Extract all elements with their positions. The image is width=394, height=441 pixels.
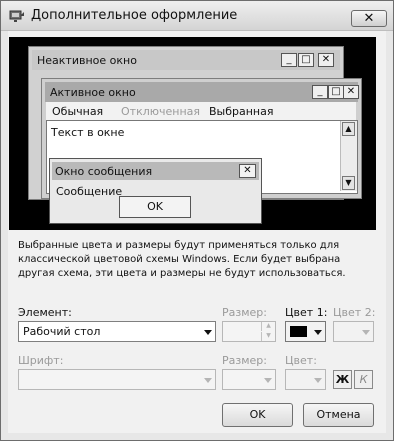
menu-item-disabled[interactable]: Отключенная	[121, 105, 200, 118]
element-value: Рабочий стол	[23, 325, 101, 338]
display-settings-icon	[9, 10, 25, 24]
vertical-scrollbar[interactable]: ▲ ▼	[340, 121, 357, 191]
chevron-down-icon	[362, 330, 370, 335]
minimize-icon[interactable]: _	[281, 53, 297, 67]
element-label: Элемент:	[18, 306, 72, 319]
size-spinner[interactable]: ▲ ▼	[222, 321, 276, 342]
inactive-window-title: Неактивное окно	[37, 54, 137, 67]
menu-bar-preview: Обычная Отключенная Выбранная	[46, 102, 356, 120]
message-box-titlebar[interactable]: Окно сообщения ✕	[52, 162, 259, 180]
menu-item-selected[interactable]: Выбранная	[209, 105, 273, 118]
close-icon[interactable]: ✕	[239, 164, 256, 178]
font-size-label: Размер:	[222, 354, 267, 367]
font-select[interactable]	[18, 369, 216, 390]
window-title: Дополнительное оформление	[31, 8, 238, 23]
active-window-titlebar[interactable]: Активное окно _ □ ✕	[45, 82, 359, 102]
maximize-icon[interactable]: □	[298, 53, 314, 67]
color2-picker-button[interactable]	[333, 321, 374, 342]
message-text: Сообщение	[56, 185, 123, 198]
italic-button[interactable]: К	[354, 370, 373, 389]
close-button[interactable]: ✕	[351, 10, 387, 27]
spin-up-icon[interactable]: ▲	[261, 322, 275, 331]
chevron-down-icon	[204, 330, 212, 335]
color1-label: Цвет 1:	[285, 306, 328, 319]
message-ok-button[interactable]: OK	[119, 196, 191, 218]
color1-swatch	[290, 326, 307, 337]
message-box-title: Окно сообщения	[55, 165, 153, 178]
message-box-preview[interactable]: Окно сообщения ✕ Сообщение OK	[49, 158, 262, 224]
chevron-down-icon	[204, 378, 212, 383]
bold-button[interactable]: Ж	[333, 370, 352, 389]
cancel-button[interactable]: Отмена	[303, 403, 374, 427]
close-icon[interactable]: ✕	[318, 53, 334, 67]
font-label: Шрифт:	[18, 354, 64, 367]
color2-label: Цвет 2:	[333, 306, 376, 319]
chevron-down-icon	[314, 330, 322, 335]
minimize-icon[interactable]: _	[312, 85, 328, 99]
font-size-select[interactable]	[222, 369, 276, 390]
spin-down-icon[interactable]: ▼	[261, 332, 275, 341]
scroll-up-icon[interactable]: ▲	[342, 122, 355, 136]
maximize-icon[interactable]: □	[328, 85, 344, 99]
close-icon[interactable]: ✕	[343, 85, 359, 99]
font-color-picker-button[interactable]	[285, 369, 326, 390]
title-bar[interactable]: Дополнительное оформление ✕	[1, 1, 393, 31]
font-color-label: Цвет:	[285, 354, 317, 367]
chevron-down-icon	[264, 378, 272, 383]
color1-picker-button[interactable]	[285, 321, 326, 342]
scroll-down-icon[interactable]: ▼	[342, 176, 355, 190]
menu-item-normal[interactable]: Обычная	[52, 105, 103, 118]
inactive-window-titlebar[interactable]: Неактивное окно _ □ ✕	[32, 50, 340, 70]
element-select[interactable]: Рабочий стол	[18, 321, 216, 342]
size-label: Размер:	[222, 306, 267, 319]
chevron-down-icon	[314, 378, 322, 383]
info-text: Выбранные цвета и размеры будут применят…	[18, 240, 346, 279]
window-text: Текст в окне	[51, 126, 125, 139]
active-window-title: Активное окно	[50, 86, 136, 99]
ok-button[interactable]: OK	[222, 403, 293, 427]
